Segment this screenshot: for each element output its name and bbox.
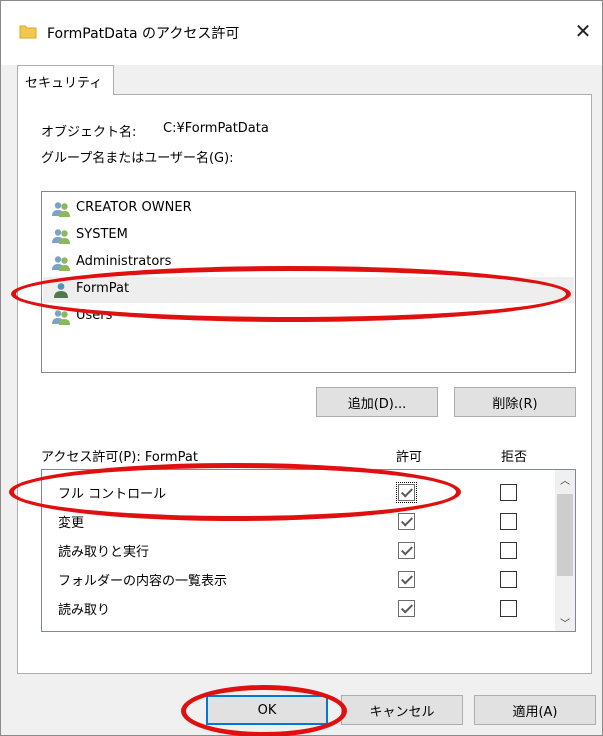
user-group-icon <box>52 229 70 244</box>
user-name: CREATOR OWNER <box>76 200 192 215</box>
deny-checkbox[interactable] <box>500 600 517 617</box>
folder-icon <box>19 25 37 39</box>
remove-button[interactable]: 削除(R) <box>454 387 576 417</box>
permissions-list[interactable]: フル コントロール 変更 読み取りと実行 フォルダーの内容の一覧表示 読み取り … <box>41 469 576 632</box>
permission-name: 読み取りと実行 <box>58 545 150 560</box>
tab-security[interactable]: セキュリティ <box>17 65 114 95</box>
user-list[interactable]: CREATOR OWNER SYSTEM Administrators Form… <box>41 191 576 373</box>
window-title: FormPatData のアクセス許可 <box>47 26 240 42</box>
user-name: FormPat <box>76 281 130 296</box>
cancel-button[interactable]: キャンセル <box>341 695 463 725</box>
chevron-down-icon[interactable]: ﹀ <box>555 613 575 631</box>
list-item-creator-owner[interactable]: CREATOR OWNER <box>43 196 574 222</box>
list-item-administrators[interactable]: Administrators <box>43 250 574 276</box>
close-button[interactable]: ✕ <box>569 17 597 45</box>
user-group-icon <box>52 202 70 217</box>
ok-button[interactable]: OK <box>206 695 328 725</box>
deny-checkbox[interactable] <box>500 571 517 588</box>
chevron-up-icon[interactable]: ︿ <box>555 470 575 488</box>
permission-name: フォルダーの内容の一覧表示 <box>58 574 228 589</box>
deny-checkbox[interactable] <box>500 484 517 501</box>
group-user-label: グループ名またはユーザー名(G): <box>41 151 234 166</box>
permission-name: 読み取り <box>58 603 111 618</box>
user-group-icon <box>52 256 70 271</box>
apply-button[interactable]: 適用(A) <box>474 695 596 725</box>
object-name-label: オブジェクト名: <box>41 125 137 140</box>
allow-checkbox[interactable] <box>398 600 415 617</box>
user-name: Administrators <box>76 254 172 269</box>
permissions-header: アクセス許可(P): FormPat <box>41 450 198 465</box>
deny-checkbox[interactable] <box>500 513 517 530</box>
permission-row-read: 読み取り <box>42 593 552 622</box>
permission-name: 変更 <box>58 516 85 531</box>
allow-checkbox[interactable] <box>396 482 417 503</box>
list-item-formpat[interactable]: FormPat <box>43 277 574 303</box>
deny-column-header: 拒否 <box>501 450 528 465</box>
scroll-thumb[interactable] <box>557 494 573 576</box>
allow-checkbox[interactable] <box>398 571 415 588</box>
deny-checkbox[interactable] <box>500 542 517 559</box>
title-bar[interactable]: FormPatData のアクセス許可 ✕ <box>1 1 602 65</box>
add-button[interactable]: 追加(D)... <box>316 387 438 417</box>
permissions-dialog: FormPatData のアクセス許可 ✕ セキュリティ オブジェクト名: C:… <box>0 0 603 736</box>
allow-checkbox[interactable] <box>398 542 415 559</box>
allow-column-header: 許可 <box>396 450 423 465</box>
permission-row-full-control: フル コントロール <box>42 477 552 506</box>
user-name: Users <box>76 308 113 323</box>
list-item-system[interactable]: SYSTEM <box>43 223 574 249</box>
permission-row-list-folder: フォルダーの内容の一覧表示 <box>42 564 552 593</box>
allow-checkbox[interactable] <box>398 513 415 530</box>
user-name: SYSTEM <box>76 227 128 242</box>
tab-security-label: セキュリティ <box>25 76 103 91</box>
user-group-icon <box>52 310 70 325</box>
permission-row-read-execute: 読み取りと実行 <box>42 535 552 564</box>
user-icon <box>54 283 68 298</box>
list-item-users[interactable]: Users <box>43 304 574 330</box>
object-name-value: C:¥FormPatData <box>163 121 269 136</box>
permissions-scrollbar[interactable]: ︿ ﹀ <box>555 470 575 631</box>
permission-name: フル コントロール <box>58 487 167 502</box>
permission-row-modify: 変更 <box>42 506 552 535</box>
